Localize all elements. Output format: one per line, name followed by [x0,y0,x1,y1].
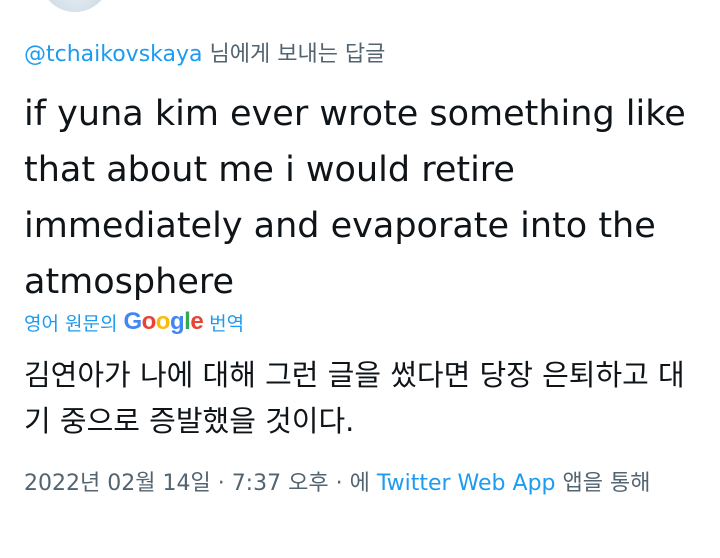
google-logo: Google [123,308,204,335]
avatar[interactable] [40,0,110,12]
via-prefix: 에 [349,471,370,496]
tweet-date[interactable]: 2022년 02월 14일 [24,471,211,496]
tweet-time[interactable]: 7:37 오후 [232,471,329,496]
translated-text: 김연아가 나에 대해 그런 글을 썼다면 당장 은퇴하고 대기 중으로 증발했을… [24,358,685,438]
reply-handle-link[interactable]: @tchaikovskaya [24,42,203,67]
meta-separator: · [217,471,225,496]
translation-attribution: 영어 원문의 Google 번역 [24,308,244,336]
tweet-meta: 2022년 02월 14일 · 7:37 오후 · 에 Twitter Web … [24,466,704,502]
reply-context: @tchaikovskaya 님에게 보내는 답글 [24,36,385,68]
source-app-link[interactable]: Twitter Web App [377,471,556,496]
translation-prefix: 영어 원문의 [24,312,118,335]
tweet-text: if yuna kim ever wrote something like th… [24,94,686,302]
reply-suffix: 님에게 보내는 답글 [209,42,386,67]
via-suffix: 앱을 통해 [562,471,651,496]
meta-separator: · [335,471,343,496]
translation-suffix: 번역 [209,312,245,335]
